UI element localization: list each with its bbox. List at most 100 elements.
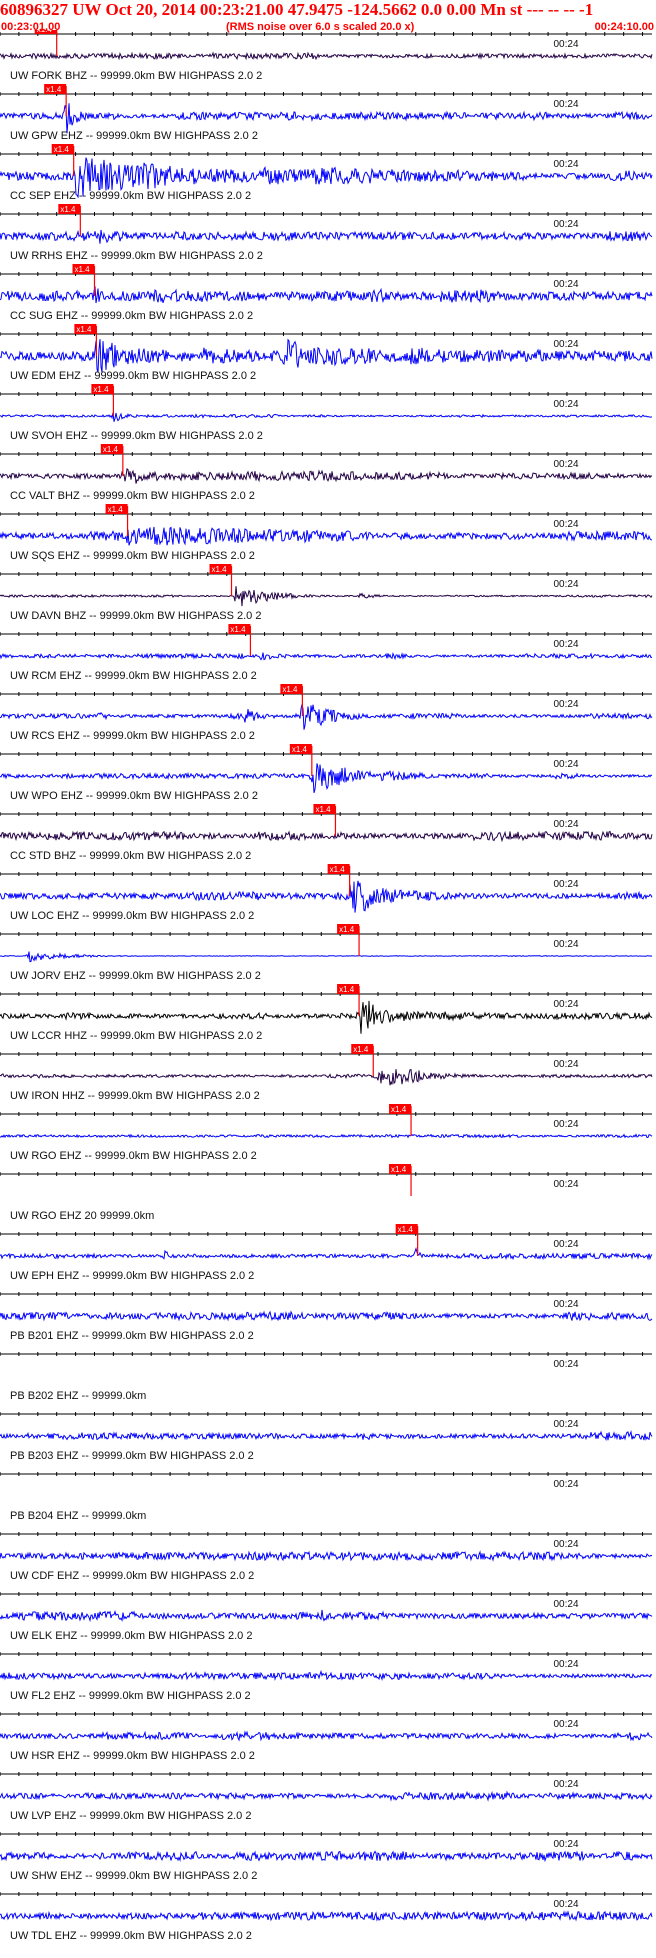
station-label: UW RCM EHZ -- 99999.0km BW HIGHPASS 2.0 … xyxy=(10,670,257,682)
pick-label: x1.4 xyxy=(60,205,76,214)
axis-tick-label: 00:24 xyxy=(554,879,579,890)
waveform-trace xyxy=(0,1429,653,1442)
pick-label: x1.4 xyxy=(54,145,70,154)
axis-tick-label: 00:24 xyxy=(554,99,579,110)
station-label: UW EPH EHZ -- 99999.0km BW HIGHPASS 2.0 … xyxy=(10,1270,254,1282)
station-label: UW RGO EHZ 20 99999.0km xyxy=(10,1210,154,1222)
axis-tick-label: 00:24 xyxy=(554,1479,579,1490)
station-label: UW LOC EHZ -- 99999.0km BW HIGHPASS 2.0 … xyxy=(10,910,254,922)
axis-tick-label: 00:24 xyxy=(554,1059,579,1070)
station-label: UW FORK BHZ -- 99999.0km BW HIGHPASS 2.0… xyxy=(10,70,262,82)
pick-label: x1.4 xyxy=(230,625,246,634)
station-label: UW IRON HHZ -- 99999.0km BW HIGHPASS 2.0… xyxy=(10,1090,260,1102)
station-label: UW CDF EHZ -- 99999.0km BW HIGHPASS 2.0 … xyxy=(10,1570,254,1582)
pick-label: x1.4 xyxy=(339,925,355,934)
pick-label: x1.4 xyxy=(391,1165,407,1174)
station-label: UW RRHS EHZ -- 99999.0km BW HIGHPASS 2.0… xyxy=(10,250,263,262)
waveform-trace xyxy=(0,467,653,484)
pick-label: x1.4 xyxy=(339,985,355,994)
pick-label: x1.4 xyxy=(76,325,92,334)
station-label: PB B202 EHZ -- 99999.0km xyxy=(10,1390,146,1402)
plot-title: 60896327 UW Oct 20, 2014 00:23:21.00 47.… xyxy=(0,0,594,19)
station-label: PB B203 EHZ -- 99999.0km BW HIGHPASS 2.0… xyxy=(10,1450,254,1462)
pick-label: x1.4 xyxy=(74,265,90,274)
axis-tick-label: 00:24 xyxy=(554,939,579,950)
axis-tick-label: 00:24 xyxy=(554,579,579,590)
axis-tick-label: 00:24 xyxy=(554,159,579,170)
axis-tick-label: 00:24 xyxy=(554,1599,579,1610)
station-label: UW SQS EHZ -- 99999.0km BW HIGHPASS 2.0 … xyxy=(10,550,255,562)
waveform-trace xyxy=(0,1910,653,1922)
waveform-trace xyxy=(0,1790,653,1802)
station-label: PB B201 EHZ -- 99999.0km BW HIGHPASS 2.0… xyxy=(10,1330,254,1342)
station-label: CC VALT BHZ -- 99999.0km BW HIGHPASS 2.0… xyxy=(10,490,255,502)
waveform-trace xyxy=(0,51,653,61)
station-label: UW ELK EHZ -- 99999.0km BW HIGHPASS 2.0 … xyxy=(10,1630,252,1642)
waveform-trace xyxy=(0,1550,653,1562)
waveform-trace xyxy=(0,651,653,661)
station-label: UW JORV EHZ -- 99999.0km BW HIGHPASS 2.0… xyxy=(10,970,261,982)
axis-tick-label: 00:24 xyxy=(554,699,579,710)
waveform-trace xyxy=(0,951,653,963)
station-label: UW SHW EHZ -- 99999.0km BW HIGHPASS 2.0 … xyxy=(10,1870,257,1882)
pick-label: x1.4 xyxy=(315,805,331,814)
waveform-trace xyxy=(0,1310,653,1322)
station-label: UW GPW EHZ -- 99999.0km BW HIGHPASS 2.0 … xyxy=(10,130,258,142)
axis-tick-label: 00:24 xyxy=(554,399,579,410)
station-label: UW RCS EHZ -- 99999.0km BW HIGHPASS 2.0 … xyxy=(10,730,255,742)
axis-tick-label: 00:24 xyxy=(554,1659,579,1670)
waveform-trace xyxy=(0,1247,653,1261)
axis-tick-label: 00:24 xyxy=(554,1239,579,1250)
pick-label: x1.4 xyxy=(37,30,53,34)
station-label: UW RGO EHZ -- 99999.0km BW HIGHPASS 2.0 … xyxy=(10,1150,257,1162)
station-label: UW HSR EHZ -- 99999.0km BW HIGHPASS 2.0 … xyxy=(10,1750,255,1762)
axis-tick-label: 00:24 xyxy=(554,1899,579,1910)
pick-label: x1.4 xyxy=(212,565,228,574)
pick-label: x1.4 xyxy=(93,385,109,394)
axis-tick-label: 00:24 xyxy=(554,999,579,1010)
axis-tick-label: 00:24 xyxy=(554,1179,579,1190)
waveform-trace xyxy=(0,1850,653,1863)
station-label: UW LVP EHZ -- 99999.0km BW HIGHPASS 2.0 … xyxy=(10,1810,251,1822)
axis-tick-label: 00:24 xyxy=(554,1299,579,1310)
axis-tick-label: 00:24 xyxy=(554,759,579,770)
axis-tick-label: 00:24 xyxy=(554,1779,579,1790)
waveform-trace xyxy=(0,1069,653,1086)
seismogram-plot: 00:24 UW FORK BHZ -- 99999.0km BW HIGHPAS… xyxy=(0,30,653,1942)
axis-tick-label: 00:24 xyxy=(554,339,579,350)
pick-label: x1.4 xyxy=(282,685,298,694)
pick-label: x1.4 xyxy=(353,1045,369,1054)
station-label: UW FL2 EHZ -- 99999.0km BW HIGHPASS 2.0 … xyxy=(10,1690,251,1702)
pick-label: x1.4 xyxy=(108,505,124,514)
axis-tick-label: 00:24 xyxy=(554,219,579,230)
station-label: CC SEP EHZ -- 99999.0km BW HIGHPASS 2.0 … xyxy=(10,190,251,202)
axis-tick-label: 00:24 xyxy=(554,1719,579,1730)
axis-tick-label: 00:24 xyxy=(554,819,579,830)
waveform-trace xyxy=(0,229,653,244)
axis-tick-label: 00:24 xyxy=(554,1419,579,1430)
axis-tick-label: 00:24 xyxy=(554,1839,579,1850)
axis-tick-label: 00:24 xyxy=(554,1359,579,1370)
waveform-trace xyxy=(0,830,653,843)
waveform-trace xyxy=(0,1609,653,1623)
pick-label: x1.4 xyxy=(103,445,119,454)
station-label: UW EDM EHZ -- 99999.0km BW HIGHPASS 2.0 … xyxy=(10,370,256,382)
axis-tick-label: 00:24 xyxy=(554,279,579,290)
pick-label: x1.4 xyxy=(292,745,308,754)
station-label: UW LCCR HHZ -- 99999.0km BW HIGHPASS 2.0… xyxy=(10,1030,262,1042)
axis-tick-label: 00:24 xyxy=(554,519,579,530)
pick-label: x1.4 xyxy=(391,1105,407,1114)
waveform-trace xyxy=(0,412,653,422)
waveform-trace xyxy=(0,1730,653,1742)
axis-tick-label: 00:24 xyxy=(554,1119,579,1130)
station-label: CC STD BHZ -- 99999.0km BW HIGHPASS 2.0 … xyxy=(10,850,251,862)
axis-tick-label: 00:24 xyxy=(554,39,579,50)
axis-tick-label: 00:24 xyxy=(554,459,579,470)
station-label: UW TDL EHZ -- 99999.0km BW HIGHPASS 2.0 … xyxy=(10,1930,252,1942)
station-label: UW DAVN BHZ -- 99999.0km BW HIGHPASS 2.0… xyxy=(10,610,261,622)
station-label: PB B204 EHZ -- 99999.0km xyxy=(10,1510,146,1522)
station-label: UW WPO EHZ -- 99999.0km BW HIGHPASS 2.0 … xyxy=(10,790,258,802)
station-label: CC SUG EHZ -- 99999.0km BW HIGHPASS 2.0 … xyxy=(10,310,253,322)
waveform-trace xyxy=(0,1133,653,1139)
pick-label: x1.4 xyxy=(46,85,62,94)
